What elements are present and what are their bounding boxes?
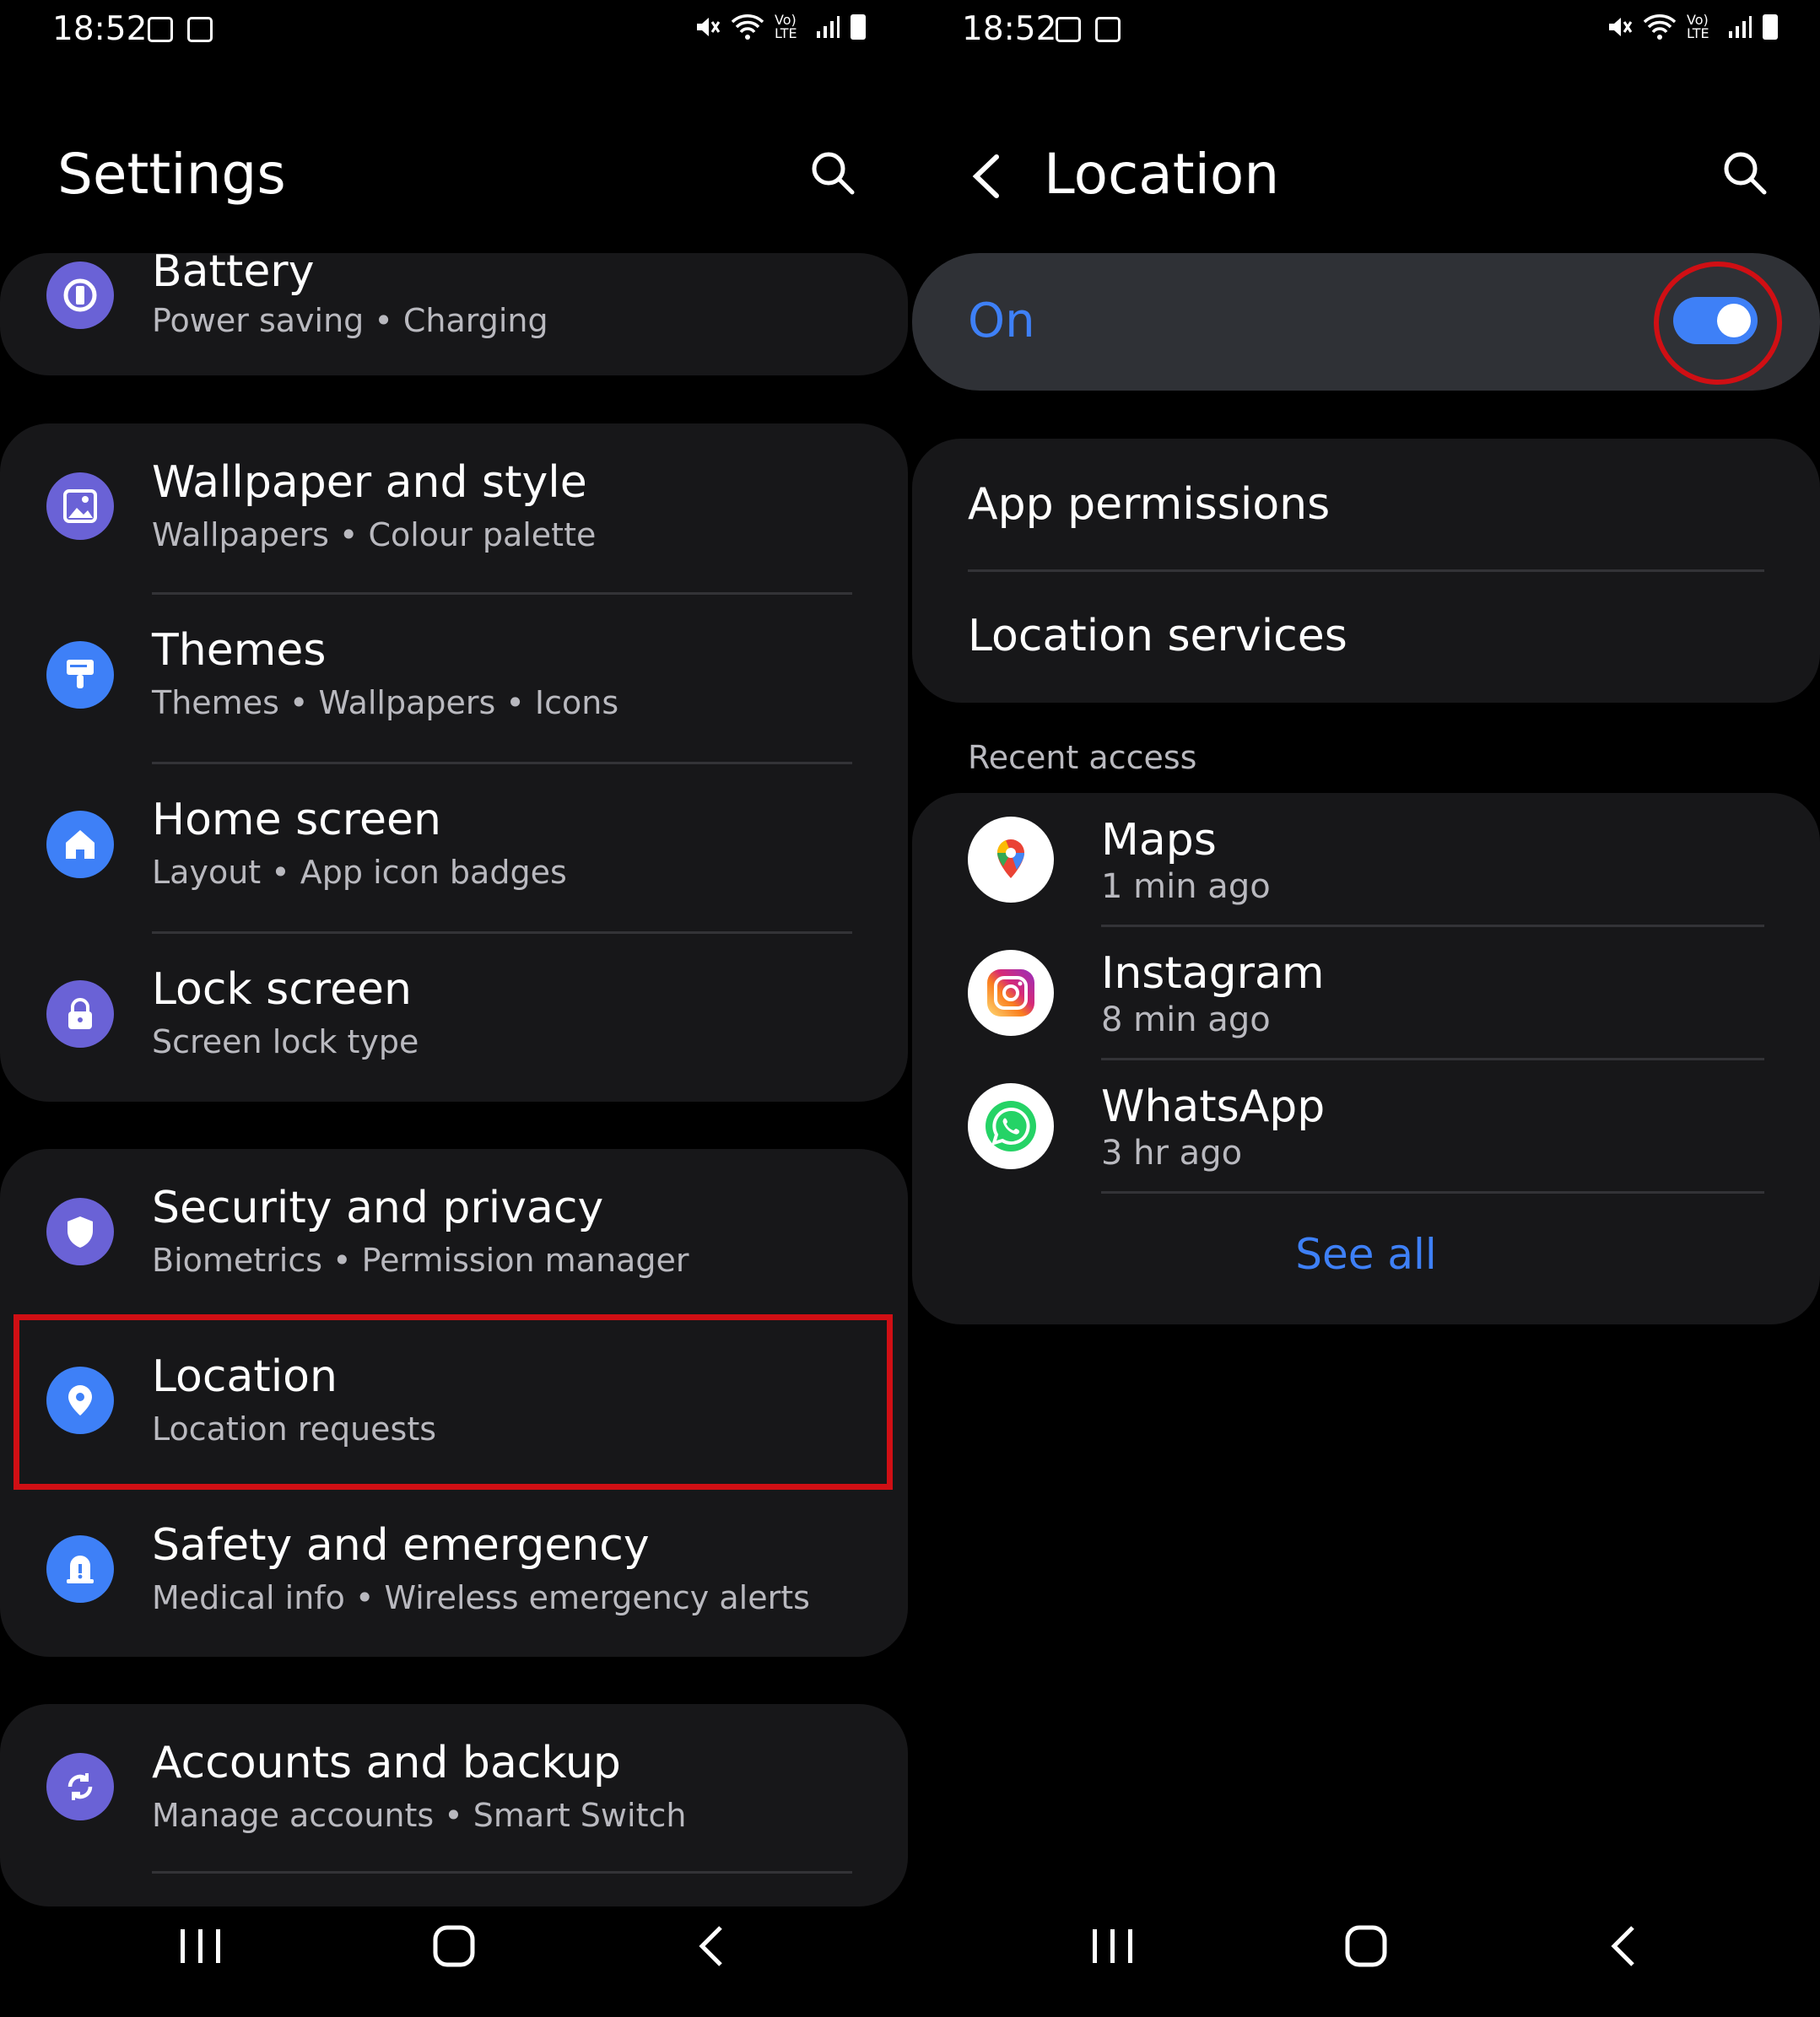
home-nav-icon[interactable]: [432, 1924, 476, 1968]
notification-icon: [1056, 17, 1081, 42]
item-title: Themes: [152, 625, 327, 676]
app-time: 3 hr ago: [1101, 1134, 1243, 1173]
status-bar: 18:52 Vo) LTE: [0, 0, 908, 63]
clock: 18:52: [52, 10, 148, 48]
wallpaper-icon: [46, 472, 114, 540]
recent-apps-icon[interactable]: [1089, 1924, 1137, 1968]
instagram-icon: [968, 950, 1054, 1036]
item-title: App permissions: [968, 479, 1331, 530]
item-title: Accounts and backup: [152, 1738, 621, 1788]
item-title: Lock screen: [152, 964, 412, 1015]
location-menu-card: App permissions Location services: [912, 439, 1820, 703]
recent-apps-icon[interactable]: [177, 1924, 224, 1968]
shield-icon: [46, 1198, 114, 1265]
navigation-bar: [0, 1890, 908, 2017]
location-services-item[interactable]: Location services: [912, 572, 1820, 703]
app-time: 8 min ago: [1101, 1000, 1271, 1039]
page-title: Settings: [57, 142, 286, 207]
navigation-bar: [912, 1890, 1820, 2017]
network-label: Vo) LTE: [1687, 12, 1709, 41]
notification-icon: [148, 17, 173, 42]
brush-icon: [46, 641, 114, 709]
status-icons: Vo) LTE: [694, 13, 866, 40]
item-subtitle: Power saving • Charging: [152, 302, 548, 339]
item-subtitle: Screen lock type: [152, 1023, 419, 1060]
app-name: Instagram: [1101, 948, 1325, 999]
search-icon[interactable]: [1722, 150, 1768, 196]
app-name: Maps: [1101, 815, 1217, 866]
home-nav-icon[interactable]: [1344, 1924, 1388, 1968]
settings-item-lock-screen[interactable]: Lock screen Screen lock type: [0, 934, 908, 1102]
battery-status-icon: [1763, 14, 1778, 40]
recent-app-maps[interactable]: Maps 1 min ago: [912, 793, 1820, 926]
signal-icon: [817, 16, 840, 38]
item-title: Location services: [968, 611, 1347, 661]
item-subtitle: Medical info • Wireless emergency alerts: [152, 1579, 810, 1616]
whatsapp-icon: [968, 1083, 1054, 1169]
item-subtitle: Manage accounts • Smart Switch: [152, 1797, 687, 1834]
image-icon: [187, 17, 213, 42]
app-permissions-item[interactable]: App permissions: [912, 439, 1820, 569]
battery-status-icon: [851, 14, 866, 40]
settings-item-themes[interactable]: Themes Themes • Wallpapers • Icons: [0, 595, 908, 763]
status-bar: 18:52 Vo) LTE: [912, 0, 1820, 63]
item-subtitle: Layout • App icon badges: [152, 854, 567, 891]
settings-item-home-screen[interactable]: Home screen Layout • App icon badges: [0, 764, 908, 933]
home-icon: [46, 811, 114, 878]
sync-icon: [46, 1753, 114, 1820]
clock: 18:52: [962, 10, 1057, 48]
maps-icon: [968, 817, 1054, 903]
app-time: 1 min ago: [1101, 867, 1271, 906]
alert-icon: [46, 1535, 114, 1603]
card-battery: Battery Power saving • Charging: [0, 246, 908, 375]
location-toggle-row[interactable]: On: [912, 253, 1820, 391]
recent-app-instagram[interactable]: Instagram 8 min ago: [912, 926, 1820, 1060]
recent-app-whatsapp[interactable]: WhatsApp 3 hr ago: [912, 1060, 1820, 1193]
item-subtitle: Biometrics • Permission manager: [152, 1242, 689, 1279]
switch-highlight-circle: [1654, 262, 1782, 385]
wifi-icon: [731, 14, 764, 40]
item-title: Home screen: [152, 795, 441, 845]
divider: [152, 1871, 852, 1874]
back-nav-icon[interactable]: [1609, 1924, 1639, 1968]
settings-item-accounts[interactable]: Accounts and backup Manage accounts • Sm…: [0, 1704, 908, 1873]
toggle-label: On: [968, 294, 1035, 348]
recent-access-header: Recent access: [968, 739, 1197, 776]
card-accounts: Accounts and backup Manage accounts • Sm…: [0, 1704, 908, 1906]
lock-icon: [46, 980, 114, 1048]
location-screen: 18:52 Vo) LTE Location On App permission…: [912, 0, 1820, 2017]
card-display: Wallpaper and style Wallpapers • Colour …: [0, 423, 908, 1102]
divider: [1101, 1191, 1764, 1194]
settings-item-safety[interactable]: Safety and emergency Medical info • Wire…: [0, 1486, 908, 1657]
settings-screen: 18:52 Vo) LTE Settings Battery Power sav…: [0, 0, 908, 2017]
settings-item-wallpaper[interactable]: Wallpaper and style Wallpapers • Colour …: [0, 423, 908, 592]
settings-item-security[interactable]: Security and privacy Biometrics • Permis…: [0, 1149, 908, 1318]
item-title: Security and privacy: [152, 1183, 604, 1233]
app-name: WhatsApp: [1101, 1081, 1326, 1132]
network-label: Vo) LTE: [775, 12, 797, 41]
item-title: Safety and emergency: [152, 1520, 650, 1571]
signal-icon: [1729, 16, 1752, 38]
item-title: Battery: [152, 246, 315, 297]
mute-icon: [697, 18, 721, 36]
recent-access-card: Maps 1 min ago Instagram 8 min ago Whats…: [912, 793, 1820, 1324]
item-title: Wallpaper and style: [152, 457, 587, 508]
status-icons: Vo) LTE: [1606, 13, 1778, 40]
mute-icon: [1609, 18, 1633, 36]
battery-icon: [46, 262, 114, 329]
item-subtitle: Themes • Wallpapers • Icons: [152, 684, 619, 721]
search-icon[interactable]: [810, 150, 856, 196]
back-arrow-icon[interactable]: [969, 154, 1003, 199]
settings-item-battery[interactable]: Battery Power saving • Charging: [0, 246, 908, 375]
page-title: Location: [1044, 142, 1280, 207]
location-highlight-box: [14, 1314, 893, 1490]
item-subtitle: Wallpapers • Colour palette: [152, 516, 597, 553]
image-icon: [1095, 17, 1121, 42]
see-all-link[interactable]: See all: [912, 1230, 1820, 1279]
wifi-icon: [1643, 14, 1677, 40]
back-nav-icon[interactable]: [697, 1924, 727, 1968]
